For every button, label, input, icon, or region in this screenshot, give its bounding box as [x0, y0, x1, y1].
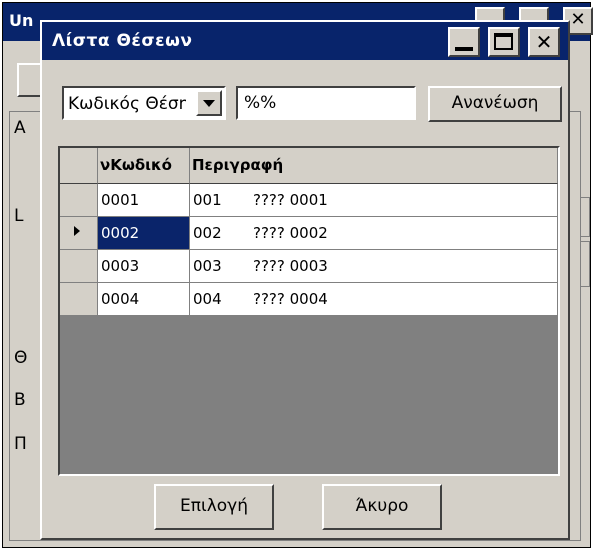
- positions-grid[interactable]: νΚωδικό Περιγραφή 0001 001 ???? 0001 0002…: [58, 146, 560, 476]
- row-indicator[interactable]: [60, 250, 98, 283]
- description-text: ???? 0001: [253, 191, 328, 209]
- search-field-select-value: Κωδικός Θέσης: [68, 94, 186, 114]
- background-label: B: [14, 390, 26, 410]
- description-code: 001: [193, 191, 222, 209]
- description-code: 002: [193, 224, 222, 242]
- chevron-down-icon: [203, 100, 215, 107]
- cancel-button[interactable]: Άκυρο: [322, 484, 442, 530]
- description-code: 004: [193, 290, 222, 308]
- maximize-button[interactable]: [488, 27, 520, 57]
- background-label: Θ: [14, 348, 28, 368]
- row-header-corner: [60, 148, 98, 184]
- filter-input[interactable]: [236, 86, 416, 120]
- table-row[interactable]: 0001 001 ???? 0001: [60, 184, 558, 217]
- description-code: 003: [193, 257, 222, 275]
- cell-description[interactable]: 001 ???? 0001: [190, 184, 558, 217]
- positions-list-dialog: Λίστα Θέσεων ✕ Κωδικός Θέσης Ανανέωση νΚ…: [40, 20, 570, 540]
- row-indicator[interactable]: [60, 217, 98, 250]
- cell-code-selected[interactable]: 0002: [98, 217, 190, 250]
- background-field-edge: [580, 197, 590, 237]
- search-field-select[interactable]: Κωδικός Θέσης: [62, 86, 226, 120]
- cell-code[interactable]: 0003: [98, 250, 190, 283]
- cell-description[interactable]: 004 ???? 0004: [190, 283, 558, 316]
- description-text: ???? 0003: [253, 257, 328, 275]
- description-text: ???? 0002: [253, 224, 328, 242]
- background-title: Un: [9, 11, 34, 30]
- background-field-edge: [580, 241, 590, 287]
- column-header-code[interactable]: νΚωδικό: [98, 148, 190, 184]
- refresh-button[interactable]: Ανανέωση: [428, 86, 562, 122]
- description-text: ???? 0004: [253, 290, 328, 308]
- minimize-icon: [455, 47, 473, 51]
- table-row[interactable]: 0003 003 ???? 0003: [60, 250, 558, 283]
- minimize-button[interactable]: [448, 27, 480, 57]
- table-row[interactable]: 0004 004 ???? 0004: [60, 283, 558, 316]
- close-icon: ✕: [535, 30, 553, 54]
- background-label: Π: [14, 434, 27, 454]
- row-indicator[interactable]: [60, 184, 98, 217]
- maximize-icon: [494, 33, 513, 50]
- cell-code[interactable]: 0004: [98, 283, 190, 316]
- table-row[interactable]: 0002 002 ???? 0002: [60, 217, 558, 250]
- row-indicator[interactable]: [60, 283, 98, 316]
- dialog-titlebar[interactable]: Λίστα Θέσεων ✕: [42, 22, 568, 60]
- background-label: L: [14, 206, 24, 226]
- select-button[interactable]: Επιλογή: [154, 484, 274, 530]
- cell-description[interactable]: 002 ???? 0002: [190, 217, 558, 250]
- cell-description[interactable]: 003 ???? 0003: [190, 250, 558, 283]
- close-button[interactable]: ✕: [528, 27, 560, 57]
- dialog-title: Λίστα Θέσεων: [52, 31, 193, 51]
- cell-code[interactable]: 0001: [98, 184, 190, 217]
- column-header-description[interactable]: Περιγραφή: [190, 148, 558, 184]
- dropdown-button[interactable]: [196, 90, 222, 116]
- background-label: A: [14, 118, 26, 138]
- row-pointer-icon: [74, 226, 80, 236]
